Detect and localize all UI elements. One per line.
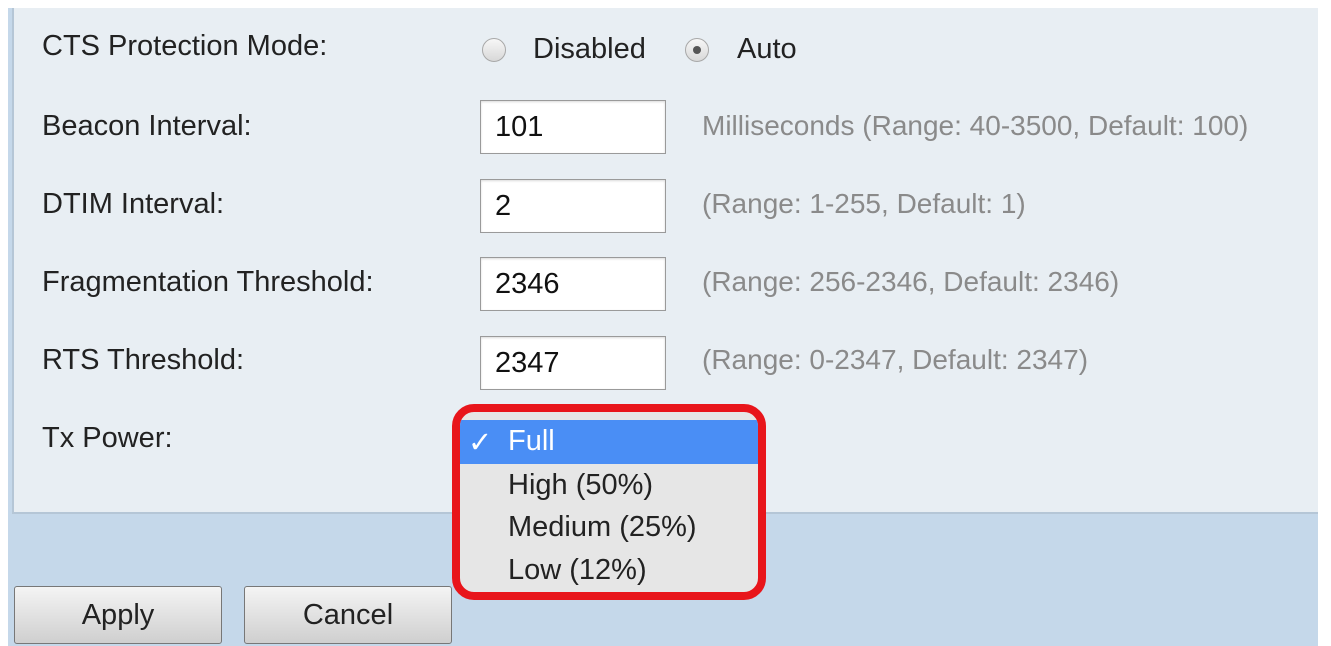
fragmentation-threshold-hint: (Range: 256-2346, Default: 2346) <box>702 266 1120 297</box>
cts-disabled-radio[interactable] <box>482 38 506 62</box>
option-label: Low (12%) <box>508 554 647 586</box>
rts-threshold-label: RTS Threshold: <box>42 344 245 376</box>
fragmentation-threshold-input[interactable] <box>480 257 666 311</box>
beacon-interval-input[interactable] <box>480 100 666 154</box>
beacon-interval-hint: Milliseconds (Range: 40-3500, Default: 1… <box>702 110 1249 141</box>
tx-power-option-medium[interactable]: Medium (25%) <box>460 506 758 550</box>
option-label: High (50%) <box>508 469 654 501</box>
apply-button[interactable]: Apply <box>14 586 222 644</box>
tx-power-option-full[interactable]: ✓ Full <box>460 420 758 464</box>
tx-power-label: Tx Power: <box>42 422 173 454</box>
rts-threshold-input[interactable] <box>480 336 666 390</box>
cancel-button[interactable]: Cancel <box>244 586 452 644</box>
cts-auto-label[interactable]: Auto <box>737 33 797 66</box>
radio-selected-dot <box>693 46 701 54</box>
option-label: Full <box>508 425 555 457</box>
tx-power-dropdown[interactable]: ✓ Full High (50%) Medium (25%) Low (12%) <box>452 404 766 600</box>
cts-auto-radio[interactable] <box>685 38 709 62</box>
cts-disabled-label[interactable]: Disabled <box>533 33 646 66</box>
checkmark-icon: ✓ <box>468 427 493 459</box>
tx-power-option-high[interactable]: High (50%) <box>460 464 758 508</box>
dtim-interval-input[interactable] <box>480 179 666 233</box>
dtim-interval-hint: (Range: 1-255, Default: 1) <box>702 188 1026 219</box>
fragmentation-threshold-label: Fragmentation Threshold: <box>42 266 374 298</box>
tx-power-option-low[interactable]: Low (12%) <box>460 549 758 592</box>
beacon-interval-label: Beacon Interval: <box>42 110 252 142</box>
option-label: Medium (25%) <box>508 511 697 543</box>
dtim-interval-label: DTIM Interval: <box>42 188 225 220</box>
cts-protection-label: CTS Protection Mode: <box>42 30 328 62</box>
rts-threshold-hint: (Range: 0-2347, Default: 2347) <box>702 344 1089 375</box>
